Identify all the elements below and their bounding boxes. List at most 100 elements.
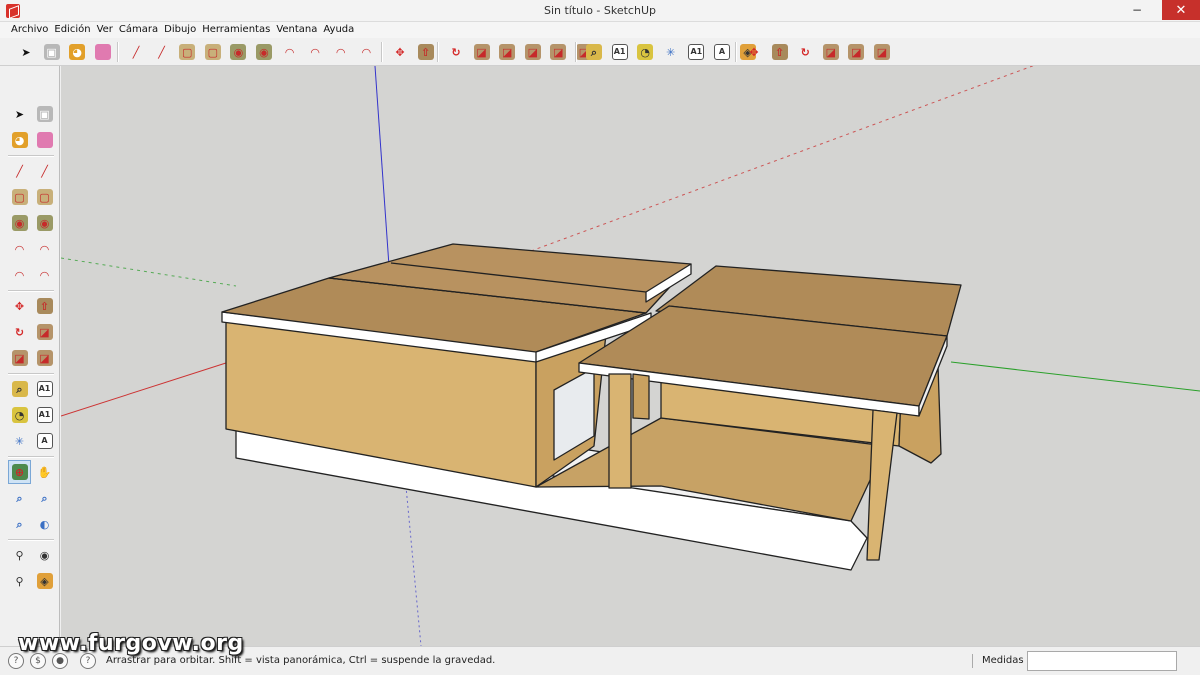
zoom-extents-tool-button[interactable]: ⌕ [8, 512, 31, 536]
menu-edicin[interactable]: Edición [53, 22, 95, 38]
text-tool-button[interactable]: A1 [684, 40, 708, 64]
3d-text-tool-button[interactable]: A [33, 429, 56, 453]
protractor-tool-button[interactable]: ◔ [633, 40, 657, 64]
three-point-arc-tool-button[interactable]: ◠ [329, 40, 353, 64]
select-tool-button[interactable]: ➤ [8, 102, 31, 126]
move-tool-tool-button[interactable]: ✥ [742, 40, 766, 64]
polygon-tool-button[interactable]: ◉ [252, 40, 276, 64]
follow-me-tool-button[interactable]: ◪ [33, 320, 56, 344]
rotate-icon: ↻ [451, 45, 461, 59]
three-point-arc-tool-button[interactable]: ◠ [8, 263, 31, 287]
rectangle-tool-button[interactable]: ▢ [8, 185, 31, 209]
user-icon[interactable]: ● [52, 653, 68, 669]
measurements-input[interactable] [1027, 651, 1177, 671]
paint-bucket-tool-button[interactable]: ◕ [65, 40, 89, 64]
3d-text-tool-button[interactable]: A [710, 40, 734, 64]
dimension-tool-button[interactable]: A1 [608, 40, 632, 64]
left-toolbar-row: ⚲ ◉ [8, 543, 58, 567]
pie-tool-button[interactable]: ◠ [354, 40, 378, 64]
line-tool-button[interactable]: ╱ [124, 40, 148, 64]
menu-ventana[interactable]: Ventana [275, 22, 322, 38]
select-tool-button[interactable]: ➤ [14, 40, 38, 64]
rotated-rectangle-tool-button[interactable]: ▢ [33, 185, 56, 209]
push-pull-tool-tool-button[interactable]: ⇧ [768, 40, 792, 64]
arc-icon: ◠ [15, 242, 24, 256]
close-button[interactable]: ✕ [1162, 0, 1200, 20]
line-tool-button[interactable]: ╱ [8, 159, 31, 183]
menu-ayuda[interactable]: Ayuda [322, 22, 359, 38]
menu-herramientas[interactable]: Herramientas [201, 22, 275, 38]
help-icon[interactable]: ? [80, 653, 96, 669]
position-camera-icon: ⚲ [15, 548, 24, 562]
toolbar-group: ✥ ⇧ [388, 40, 439, 64]
previous-view-tool-button[interactable]: ◐ [33, 512, 56, 536]
model-canvas[interactable] [61, 66, 1200, 646]
menu-ver[interactable]: Ver [96, 22, 118, 38]
push-pull-tool-button[interactable]: ⇧ [414, 40, 438, 64]
move-tool-button[interactable]: ✥ [388, 40, 412, 64]
freehand-tool-button[interactable]: ╱ [33, 159, 56, 183]
tape-measure-tool-button[interactable]: ⌕ [8, 377, 31, 401]
axes-tool-button[interactable]: ✳ [659, 40, 683, 64]
offset-tool-button[interactable]: ◪ [521, 40, 545, 64]
protractor-tool-button[interactable]: ◔ [8, 403, 31, 427]
rectangle-tool-button[interactable]: ▢ [175, 40, 199, 64]
move-tool-button[interactable]: ✥ [8, 294, 31, 318]
push-pull-tool-button[interactable]: ⇧ [33, 294, 56, 318]
minimize-button[interactable]: − [1122, 0, 1152, 20]
scale-tool-button[interactable]: ◪ [8, 346, 31, 370]
scale-tool-icon: ◪ [848, 44, 865, 60]
circle-tool-button[interactable]: ◉ [226, 40, 250, 64]
credits-icon[interactable]: $ [30, 653, 46, 669]
flip-tool-button[interactable]: ◪ [546, 40, 570, 64]
offset-tool-tool-button[interactable]: ◪ [870, 40, 894, 64]
eraser-tool-button[interactable] [91, 40, 115, 64]
paint-bucket-tool-button[interactable]: ◕ [8, 128, 31, 152]
component-tool-button[interactable]: ▣ [33, 102, 56, 126]
geolocation-icon[interactable]: ? [8, 653, 24, 669]
arc-tool-button[interactable]: ◠ [8, 237, 31, 261]
menu-cmara[interactable]: Cámara [118, 22, 163, 38]
look-around-tool-button[interactable]: ◉ [33, 543, 56, 567]
toolbar-group: ➤ ▣ ◕ [14, 40, 116, 64]
circle-tool-button[interactable]: ◉ [8, 211, 31, 235]
section-plane-tool-button[interactable]: ◈ [33, 569, 56, 593]
tape-measure-tool-button[interactable]: ⌕ [582, 40, 606, 64]
scale-tool-button[interactable]: ◪ [495, 40, 519, 64]
two-point-arc-tool-button[interactable]: ◠ [33, 237, 56, 261]
window-title: Sin título - SketchUp [543, 4, 656, 17]
follow-me-tool-tool-button[interactable]: ◪ [819, 40, 843, 64]
rotated-rectangle-tool-button[interactable]: ▢ [201, 40, 225, 64]
component-icon: ▣ [43, 44, 60, 60]
orbit-tool-button[interactable]: ⊕ [8, 460, 32, 484]
scale-tool-tool-button[interactable]: ◪ [844, 40, 868, 64]
pie-tool-button[interactable]: ◠ [33, 263, 56, 287]
rotate-tool-button[interactable]: ↻ [8, 320, 31, 344]
offset-tool-button[interactable]: ◪ [33, 346, 56, 370]
freehand-tool-button[interactable]: ╱ [150, 40, 174, 64]
rotate-tool-tool-button[interactable]: ↻ [793, 40, 817, 64]
rotate-tool-button[interactable]: ↻ [444, 40, 468, 64]
two-point-arc-tool-button[interactable]: ◠ [303, 40, 327, 64]
arc-tool-button[interactable]: ◠ [278, 40, 302, 64]
drawing-viewport[interactable] [61, 66, 1200, 646]
walk-tool-button[interactable]: ⚲ [8, 569, 31, 593]
axes-icon: ✳ [14, 434, 25, 448]
left-toolbar-separator [8, 290, 54, 292]
left-toolbar-row: ⊕ ✋ [8, 460, 58, 484]
previous-view-icon: ◐ [39, 517, 50, 531]
menu-archivo[interactable]: Archivo [10, 22, 53, 38]
follow-me-tool-button[interactable]: ◪ [470, 40, 494, 64]
zoom-tool-button[interactable]: ⌕ [8, 486, 31, 510]
polygon-tool-button[interactable]: ◉ [33, 211, 56, 235]
zoom-window-tool-button[interactable]: ⌕ [33, 486, 56, 510]
eraser-tool-button[interactable] [33, 128, 56, 152]
left-toolbar-row: ⌕ A1 [8, 377, 58, 401]
position-camera-tool-button[interactable]: ⚲ [8, 543, 31, 567]
text-tool-button[interactable]: A1 [33, 403, 56, 427]
axes-tool-button[interactable]: ✳ [8, 429, 31, 453]
menu-dibujo[interactable]: Dibujo [163, 22, 201, 38]
dimension-tool-button[interactable]: A1 [33, 377, 56, 401]
pan-tool-button[interactable]: ✋ [33, 460, 56, 484]
component-tool-button[interactable]: ▣ [40, 40, 64, 64]
